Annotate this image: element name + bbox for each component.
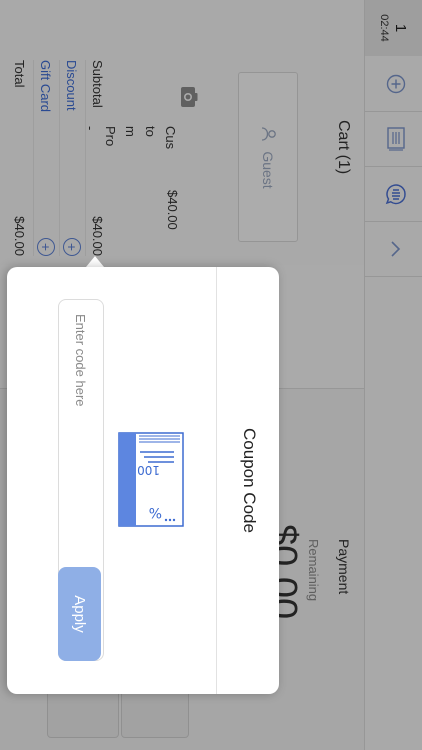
coupon-illus-number: 100 xyxy=(137,463,160,477)
apply-button[interactable]: Apply xyxy=(58,567,101,661)
coupon-illus-symbol: % xyxy=(149,504,162,520)
pos-app: 1 02:44 Cart (1) Guest Cus to m Pro - $4… xyxy=(0,0,422,750)
popover-arrow xyxy=(86,256,104,267)
coupon-title: Coupon Code xyxy=(240,428,259,533)
coupon-popover: Coupon Code 100 % Apply xyxy=(7,267,279,694)
coupon-popover-header: Coupon Code xyxy=(216,267,279,694)
coupon-icon: 100 % xyxy=(113,432,184,527)
